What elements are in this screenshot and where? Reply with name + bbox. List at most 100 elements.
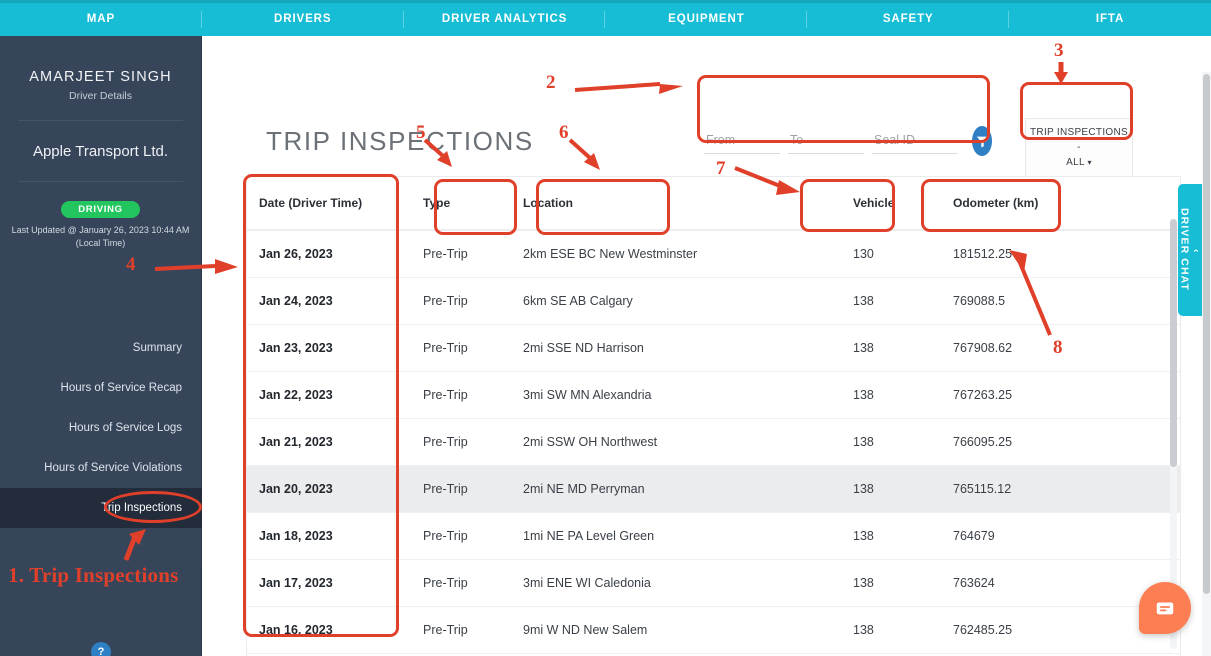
- cell-odometer: 767908.62: [941, 324, 1131, 372]
- chevron-left-icon: ‹: [1190, 249, 1202, 254]
- topnav-label-ifta: IFTA: [1095, 13, 1125, 25]
- cell-vehicle: 138: [841, 465, 941, 513]
- from-date-input[interactable]: [704, 128, 780, 154]
- sidebar-item-hos-violations[interactable]: Hours of Service Violations: [0, 448, 202, 488]
- cell-location: 2km ESE BC New Westminster: [511, 230, 841, 278]
- filter-bar: [704, 112, 992, 170]
- page-scrollbar-thumb[interactable]: [1203, 74, 1210, 594]
- cell-date: Jan 20, 2023: [247, 465, 411, 513]
- cell-date: Jan 24, 2023: [247, 277, 411, 325]
- topnav-label-map: MAP: [86, 13, 116, 25]
- cell-date: Jan 21, 2023: [247, 418, 411, 466]
- cell-vehicle: 138: [841, 418, 941, 466]
- table-header-row: Date (Driver Time) Type Location Vehicle…: [247, 177, 1180, 231]
- driver-chat-tab[interactable]: DRIVER CHAT ‹: [1178, 184, 1202, 316]
- page-scrollbar[interactable]: [1202, 72, 1211, 656]
- table-row[interactable]: Jan 26, 2023 Pre-Trip 2km ESE BC New Wes…: [247, 230, 1180, 278]
- company-name: Apple Transport Ltd.: [32, 143, 169, 160]
- driver-name: AMARJEET SINGH: [29, 69, 172, 85]
- sidebar-label-hos-logs: Hours of Service Logs: [68, 422, 182, 434]
- column-header-location[interactable]: Location: [511, 177, 841, 231]
- table-row[interactable]: Jan 22, 2023 Pre-Trip 3mi SW MN Alexandr…: [247, 371, 1180, 419]
- chat-fab-button[interactable]: [1139, 582, 1191, 634]
- help-icon[interactable]: ?: [91, 642, 111, 656]
- cell-type: Pre-Trip: [411, 230, 511, 278]
- cell-location: 2mi NE MD Perryman: [511, 465, 841, 513]
- cell-location: 9mi W ND New Salem: [511, 606, 841, 654]
- cell-type: Pre-Trip: [411, 559, 511, 607]
- sidebar-label-summary: Summary: [132, 342, 182, 354]
- cell-type: Pre-Trip: [411, 512, 511, 560]
- seal-id-input[interactable]: [872, 128, 958, 154]
- cell-type: Pre-Trip: [411, 465, 511, 513]
- cell-odometer: 762485.25: [941, 606, 1131, 654]
- column-header-odometer[interactable]: Odometer (km): [941, 177, 1131, 231]
- inspection-type-dropdown[interactable]: TRIP INSPECTIONS - ALL ▾: [1025, 118, 1133, 177]
- topnav-item-driver-analytics[interactable]: DRIVER ANALYTICS: [404, 3, 606, 36]
- app-root: MAP DRIVERS DRIVER ANALYTICS EQUIPMENT S…: [0, 0, 1211, 656]
- cell-type: Pre-Trip: [411, 606, 511, 654]
- cell-location: 2mi SSE ND Harrison: [511, 324, 841, 372]
- column-header-vehicle[interactable]: Vehicle: [841, 177, 941, 231]
- cell-date: Jan 16, 2023: [247, 606, 411, 654]
- topnav-label-equipment: EQUIPMENT: [668, 13, 745, 25]
- topnav-item-drivers[interactable]: DRIVERS: [202, 3, 404, 36]
- table-row[interactable]: Jan 21, 2023 Pre-Trip 2mi SSW OH Northwe…: [247, 418, 1180, 466]
- trip-inspections-table: Date (Driver Time) Type Location Vehicle…: [247, 177, 1180, 654]
- topnav-item-ifta[interactable]: IFTA: [1009, 3, 1211, 36]
- main-content: TRIP INSPECTIONS TRIP INSPECTIONS - ALL …: [202, 36, 1211, 656]
- message-icon: [1156, 602, 1174, 615]
- cell-odometer: 766095.25: [941, 418, 1131, 466]
- apply-filter-button[interactable]: [972, 126, 992, 156]
- table-row[interactable]: Jan 18, 2023 Pre-Trip 1mi NE PA Level Gr…: [247, 512, 1180, 560]
- column-header-date[interactable]: Date (Driver Time): [247, 177, 411, 231]
- cell-date: Jan 23, 2023: [247, 324, 411, 372]
- sidebar-label-hos-violations: Hours of Service Violations: [44, 462, 182, 474]
- sidebar-label-trip-inspections: Trip Inspections: [101, 502, 182, 514]
- cell-vehicle: 138: [841, 277, 941, 325]
- cell-vehicle: 130: [841, 230, 941, 278]
- sidebar-item-hos-recap[interactable]: Hours of Service Recap: [0, 368, 202, 408]
- sidebar-item-summary[interactable]: Summary: [0, 328, 202, 368]
- topnav-label-safety: SAFETY: [882, 13, 934, 25]
- topnav-item-safety[interactable]: SAFETY: [807, 3, 1009, 36]
- dropdown-line-2: ALL ▾: [1066, 155, 1092, 170]
- table-row[interactable]: Jan 16, 2023 Pre-Trip 9mi W ND New Salem…: [247, 606, 1180, 654]
- to-date-input[interactable]: [788, 128, 864, 154]
- sidebar-item-hos-logs[interactable]: Hours of Service Logs: [0, 408, 202, 448]
- cell-date: Jan 18, 2023: [247, 512, 411, 560]
- driver-status-section: DRIVING Last Updated @ January 26, 2023 …: [0, 182, 201, 250]
- last-updated-text: Last Updated @ January 26, 2023 10:44 AM…: [0, 218, 201, 250]
- cell-vehicle: 138: [841, 606, 941, 654]
- last-updated-line2: (Local Time): [75, 238, 126, 248]
- table-row[interactable]: Jan 23, 2023 Pre-Trip 2mi SSE ND Harriso…: [247, 324, 1180, 372]
- sidebar-item-trip-inspections[interactable]: Trip Inspections: [0, 488, 202, 528]
- topnav-item-map[interactable]: MAP: [0, 3, 202, 36]
- table-header: Date (Driver Time) Type Location Vehicle…: [247, 177, 1180, 231]
- cell-location: 3mi ENE WI Caledonia: [511, 559, 841, 607]
- driver-chat-label: DRIVER CHAT: [1178, 208, 1191, 292]
- dropdown-line-1: TRIP INSPECTIONS -: [1030, 127, 1128, 153]
- table-scrollbar-thumb[interactable]: [1170, 219, 1177, 467]
- top-navigation-bar: MAP DRIVERS DRIVER ANALYTICS EQUIPMENT S…: [0, 0, 1211, 36]
- table-row[interactable]: Jan 17, 2023 Pre-Trip 3mi ENE WI Caledon…: [247, 559, 1180, 607]
- cell-vehicle: 138: [841, 371, 941, 419]
- table-row[interactable]: Jan 20, 2023 Pre-Trip 2mi NE MD Perryman…: [247, 465, 1180, 513]
- cell-odometer: 764679: [941, 512, 1131, 560]
- cell-date: Jan 17, 2023: [247, 559, 411, 607]
- cell-vehicle: 138: [841, 559, 941, 607]
- sidebar-label-hos-recap: Hours of Service Recap: [60, 382, 182, 394]
- topnav-item-equipment[interactable]: EQUIPMENT: [605, 3, 808, 36]
- driver-subtitle: Driver Details: [68, 90, 132, 102]
- sidebar: AMARJEET SINGH Driver Details Apple Tran…: [0, 36, 202, 656]
- cell-odometer: 767263.25: [941, 371, 1131, 419]
- column-header-type[interactable]: Type: [411, 177, 511, 231]
- trip-inspections-table-container: Date (Driver Time) Type Location Vehicle…: [246, 176, 1181, 656]
- cell-odometer: 765115.12: [941, 465, 1131, 513]
- cell-vehicle: 138: [841, 512, 941, 560]
- cell-type: Pre-Trip: [411, 371, 511, 419]
- dropdown-selected-value: ALL: [1066, 157, 1085, 168]
- page-title: TRIP INSPECTIONS: [266, 126, 534, 156]
- table-row[interactable]: Jan 24, 2023 Pre-Trip 6km SE AB Calgary …: [247, 277, 1180, 325]
- cell-odometer: 763624: [941, 559, 1131, 607]
